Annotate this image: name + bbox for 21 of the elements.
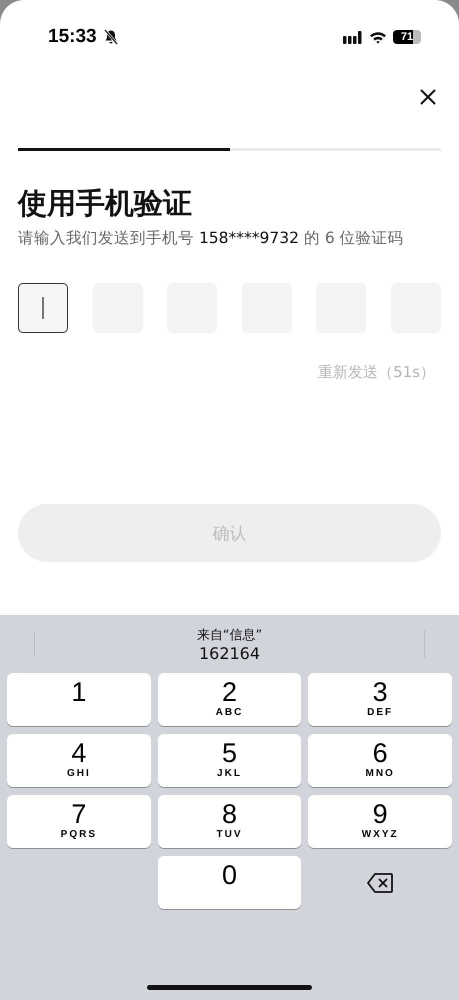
delete-icon <box>367 872 394 892</box>
number-key[interactable]: 0 <box>158 856 302 909</box>
code-digit-field[interactable] <box>18 283 68 333</box>
page-title: 使用手机验证 <box>18 185 193 221</box>
number-key[interactable]: 6 MNO <box>308 734 452 787</box>
muted-bell-icon <box>102 29 119 45</box>
number-key[interactable]: 9 WXYZ <box>308 795 452 848</box>
resend-countdown: 重新发送（51s） <box>318 363 435 382</box>
clock-time: 15:33 <box>48 26 97 48</box>
number-key[interactable]: 4 GHI <box>7 734 151 787</box>
signal-icon <box>343 30 363 44</box>
code-suggestion[interactable]: 来自“信息” 162164 <box>69 626 390 662</box>
number-key[interactable]: 2 ABC <box>158 673 302 726</box>
number-key[interactable]: 1 <box>7 673 151 726</box>
number-key[interactable]: 8 TUV <box>158 795 302 848</box>
number-key[interactable]: 3 DEF <box>308 673 452 726</box>
number-key[interactable]: 7 PQRS <box>7 795 151 848</box>
wifi-icon <box>369 30 387 44</box>
number-key[interactable]: 5 JKL <box>158 734 302 787</box>
instruction-text: 请输入我们发送到手机号 158****9732 的 6 位验证码 <box>18 228 405 249</box>
battery-icon: 71 <box>393 30 421 44</box>
